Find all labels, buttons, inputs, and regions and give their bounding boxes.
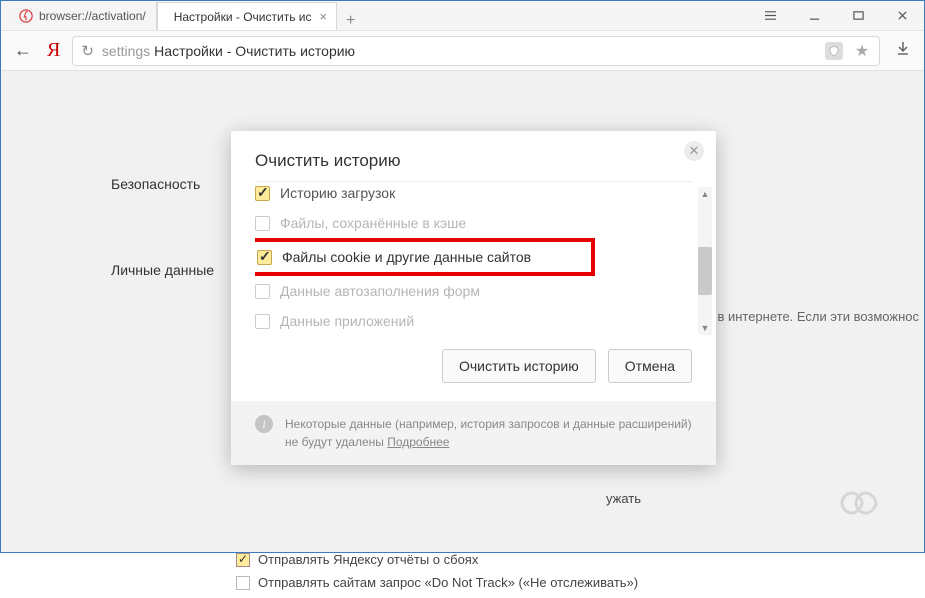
clear-options-list: Историю загрузок Файлы, сохранённые в кэ…	[255, 181, 692, 333]
watermark-icon	[834, 489, 884, 517]
settings-sidebar: Безопасность Личные данные	[111, 176, 214, 348]
clear-history-button[interactable]: Очистить историю	[442, 349, 596, 383]
yandex-logo[interactable]: Я	[47, 39, 60, 62]
checkbox-icon[interactable]	[255, 216, 270, 231]
tab-settings[interactable]: Настройки - Очистить ис ×	[157, 2, 337, 30]
yandex-icon	[19, 9, 33, 23]
dialog-close-button[interactable]: ✕	[684, 141, 704, 161]
tab-strip: browser://activation/ Настройки - Очисти…	[1, 1, 748, 30]
url-path: Настройки - Очистить историю	[154, 43, 355, 59]
new-tab-button[interactable]: +	[337, 12, 365, 30]
dialog-footer: i Некоторые данные (например, история за…	[231, 401, 716, 465]
close-window-button[interactable]	[880, 1, 924, 30]
checkbox-icon[interactable]	[255, 186, 270, 201]
back-button[interactable]: ←	[11, 40, 35, 61]
info-icon: i	[255, 415, 273, 433]
tab-activation[interactable]: browser://activation/	[9, 2, 157, 30]
checkbox-icon[interactable]	[236, 553, 250, 567]
scroll-thumb[interactable]	[698, 247, 712, 295]
bg-option-crash-reports[interactable]: Отправлять Яндексу отчёты о сбоях	[236, 552, 641, 567]
url-scheme: settings	[102, 43, 150, 59]
footer-text: Некоторые данные (например, история запр…	[285, 415, 692, 451]
reload-icon[interactable]: ↻	[81, 42, 94, 60]
bookmark-icon[interactable]: ★	[853, 42, 871, 60]
option-cache[interactable]: Файлы, сохранённые в кэше	[255, 208, 692, 238]
toolbar: ← Я ↻ settings Настройки - Очистить исто…	[1, 31, 924, 71]
tab-close-icon[interactable]: ×	[320, 10, 328, 23]
bg-settings-options: ужать Отправлять Яндексу отчёты о сбоях …	[236, 491, 641, 598]
maximize-button[interactable]	[836, 1, 880, 30]
window-titlebar: browser://activation/ Настройки - Очисти…	[1, 1, 924, 31]
scroll-down-icon[interactable]: ▼	[698, 321, 712, 335]
highlight-annotation: Файлы cookie и другие данные сайтов	[255, 238, 595, 276]
dialog-actions: Очистить историю Отмена	[231, 339, 716, 401]
option-downloads[interactable]: Историю загрузок	[255, 181, 692, 208]
option-autofill[interactable]: Данные автозаполнения форм	[255, 276, 692, 306]
minimize-button[interactable]	[792, 1, 836, 30]
address-bar[interactable]: ↻ settings Настройки - Очистить историю …	[72, 36, 880, 66]
option-appdata[interactable]: Данные приложений	[255, 306, 692, 333]
downloads-button[interactable]	[892, 40, 914, 61]
tab-label: Настройки - Очистить ис	[174, 10, 312, 24]
checkbox-icon[interactable]	[257, 250, 272, 265]
scroll-up-icon[interactable]: ▲	[698, 187, 712, 201]
sidebar-item-personal[interactable]: Личные данные	[111, 262, 214, 278]
clear-history-dialog: ✕ Очистить историю Историю загрузок Файл…	[231, 131, 716, 465]
footer-more-link[interactable]: Подробнее	[387, 435, 449, 449]
checkbox-icon[interactable]	[255, 284, 270, 299]
dialog-title: Очистить историю	[231, 131, 716, 181]
menu-button[interactable]	[748, 1, 792, 30]
option-cookies[interactable]: Файлы cookie и другие данные сайтов	[257, 244, 587, 270]
checkbox-icon[interactable]	[255, 314, 270, 329]
protect-icon[interactable]	[825, 42, 843, 60]
tab-label: browser://activation/	[39, 9, 146, 23]
checkbox-icon[interactable]	[236, 576, 250, 590]
scrollbar[interactable]: ▲ ▼	[698, 187, 712, 335]
sidebar-item-security[interactable]: Безопасность	[111, 176, 214, 192]
window-controls	[748, 1, 924, 30]
bg-hint-text: в интернете. Если эти возможнос	[717, 309, 919, 324]
cancel-button[interactable]: Отмена	[608, 349, 692, 383]
bg-option-serve[interactable]: ужать	[236, 491, 641, 506]
bg-option-dnt[interactable]: Отправлять сайтам запрос «Do Not Track» …	[236, 575, 641, 590]
